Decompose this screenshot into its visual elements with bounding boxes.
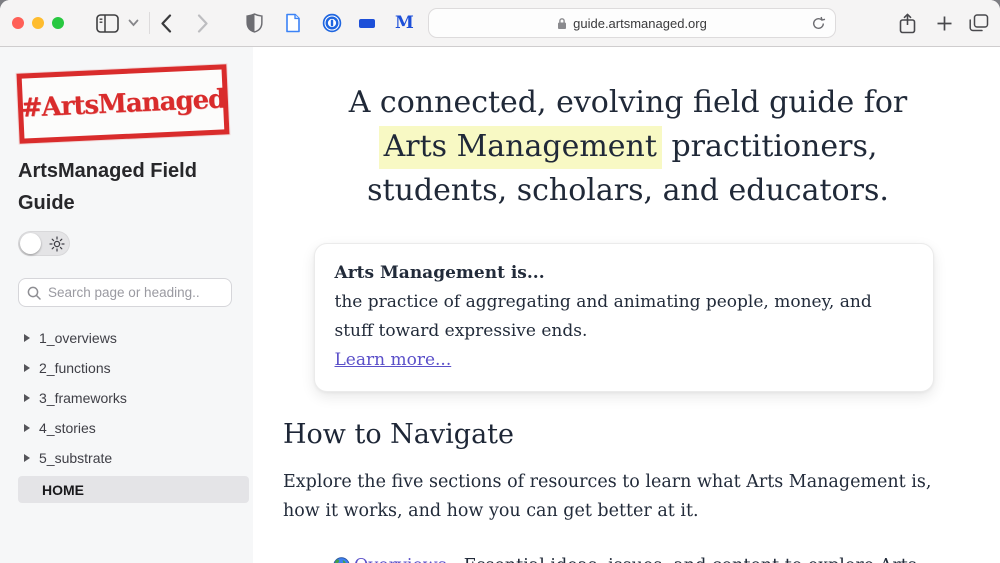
url-text: guide.artsmanaged.org bbox=[573, 15, 707, 31]
navigate-list: Overviews - Essential ideas, issues, and… bbox=[283, 551, 943, 563]
forward-button[interactable] bbox=[197, 0, 209, 46]
section-heading: How to Navigate bbox=[283, 419, 515, 450]
sidebar-item-home-selected[interactable]: HOME bbox=[18, 476, 249, 503]
site-sidebar: #ArtsManaged ArtsManaged Field Guide Sea… bbox=[0, 47, 253, 563]
nav-label: 1_overviews bbox=[39, 330, 117, 346]
traffic-lights bbox=[12, 0, 64, 46]
share-icon bbox=[899, 13, 916, 33]
back-button[interactable] bbox=[160, 0, 172, 46]
1password-icon bbox=[322, 13, 342, 33]
expand-triangle-icon[interactable] bbox=[24, 424, 30, 432]
toolbar-separator bbox=[149, 12, 150, 34]
hero-line2: practitioners, bbox=[661, 129, 878, 164]
sidebar-menu-chevron[interactable] bbox=[128, 0, 139, 46]
reload-icon bbox=[813, 16, 826, 29]
new-tab-button[interactable] bbox=[937, 0, 952, 46]
section-intro: Explore the five sections of resources t… bbox=[283, 472, 932, 521]
sidebar-icon bbox=[96, 13, 119, 33]
search-input[interactable] bbox=[48, 285, 218, 300]
chevron-left-icon bbox=[161, 13, 172, 33]
hero-heading: A connected, evolving field guide for Art… bbox=[283, 81, 973, 213]
plus-icon bbox=[937, 16, 952, 30]
extension-m-button[interactable]: M bbox=[395, 0, 414, 46]
chevron-down-icon bbox=[128, 19, 139, 27]
card-body: the practice of aggregating and animatin… bbox=[334, 292, 872, 341]
hero-highlight: Arts Management bbox=[378, 126, 662, 169]
globe-icon bbox=[333, 557, 350, 563]
sidebar-item-substrate[interactable]: 5_substrate bbox=[18, 443, 253, 473]
expand-triangle-icon[interactable] bbox=[24, 454, 30, 462]
card-title: Arts Management is... bbox=[334, 263, 545, 283]
toggle-knob bbox=[20, 233, 41, 254]
logo-text: #ArtsManaged bbox=[20, 84, 226, 124]
sidebar-item-overviews[interactable]: 1_overviews bbox=[18, 323, 253, 353]
expand-triangle-icon[interactable] bbox=[24, 334, 30, 342]
minimize-window-button[interactable] bbox=[32, 17, 44, 29]
sidebar-item-stories[interactable]: 4_stories bbox=[18, 413, 253, 443]
chevron-right-icon bbox=[197, 13, 208, 33]
nav-label: 2_functions bbox=[39, 360, 111, 376]
expand-triangle-icon[interactable] bbox=[24, 394, 30, 402]
hero-line1: A connected, evolving field guide for bbox=[348, 85, 908, 120]
page-content: A connected, evolving field guide for Art… bbox=[253, 47, 1000, 563]
expand-triangle-icon[interactable] bbox=[24, 364, 30, 372]
home-label: HOME bbox=[42, 481, 84, 498]
sun-icon bbox=[49, 235, 65, 252]
share-button[interactable] bbox=[899, 0, 916, 46]
extension-rectangle-button[interactable] bbox=[359, 0, 375, 46]
sidebar-nav: 1_overviews 2_functions 3_frameworks 4_s… bbox=[18, 323, 253, 473]
hero-line3: students, scholars, and educators. bbox=[367, 173, 889, 208]
zoom-window-button[interactable] bbox=[52, 17, 64, 29]
overviews-link[interactable]: Overviews bbox=[354, 556, 447, 563]
site-title: ArtsManaged Field Guide bbox=[18, 160, 197, 214]
tab-overview-button[interactable] bbox=[969, 0, 989, 46]
sidebar-item-frameworks[interactable]: 3_frameworks bbox=[18, 383, 253, 413]
nav-label: 5_substrate bbox=[39, 450, 113, 466]
shield-icon bbox=[246, 13, 263, 33]
sidebar-toggle-button[interactable] bbox=[96, 0, 119, 46]
document-icon bbox=[286, 13, 300, 33]
definition-card: Arts Management is... the practice of ag… bbox=[313, 243, 934, 392]
privacy-shield-button[interactable] bbox=[246, 0, 263, 46]
learn-more-link[interactable]: Learn more... bbox=[335, 350, 452, 370]
extension-1password-button[interactable] bbox=[322, 0, 342, 46]
sidebar-item-functions[interactable]: 2_functions bbox=[18, 353, 253, 383]
search-icon bbox=[27, 286, 41, 300]
nav-label: 3_frameworks bbox=[39, 390, 127, 406]
close-window-button[interactable] bbox=[12, 17, 24, 29]
reload-button[interactable] bbox=[811, 16, 826, 31]
lock-icon bbox=[558, 17, 567, 29]
nav-label: 4_stories bbox=[39, 420, 96, 436]
m-icon: M bbox=[395, 13, 414, 33]
address-bar[interactable]: guide.artsmanaged.org bbox=[428, 8, 836, 38]
dark-mode-toggle[interactable] bbox=[18, 231, 70, 256]
artsmanaged-logo[interactable]: #ArtsManaged bbox=[16, 64, 230, 144]
sidebar-search[interactable] bbox=[18, 278, 232, 307]
extension-document-button[interactable] bbox=[285, 0, 301, 46]
rectangle-icon bbox=[359, 18, 375, 28]
list-item-overviews: Overviews - Essential ideas, issues, and… bbox=[333, 551, 943, 563]
tabs-icon bbox=[969, 14, 989, 32]
browser-toolbar: M guide.artsmanaged.org bbox=[0, 0, 1000, 47]
browser-window: M guide.artsmanaged.org #ArtsManaged Art… bbox=[0, 0, 1000, 563]
